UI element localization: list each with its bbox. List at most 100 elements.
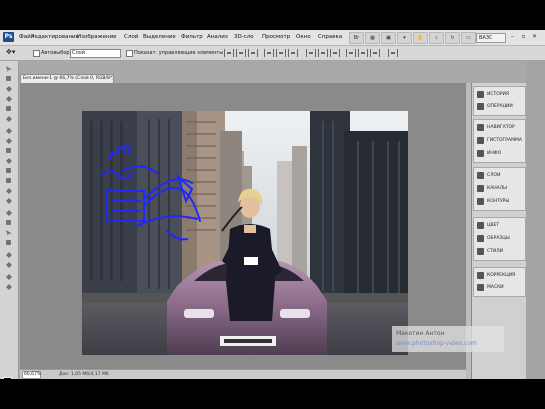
type-tool-icon[interactable] [4, 219, 14, 227]
distribute-vcenter-icon[interactable] [318, 49, 328, 57]
align-left-icon[interactable] [264, 49, 274, 57]
autoselect-dropdown[interactable]: Слой [70, 49, 121, 58]
channels-icon [477, 185, 484, 192]
gradient-tool-icon[interactable] [4, 177, 14, 185]
document-tab[interactable]: Без имени-1 @ 66,7% (Слой 0, RGB/8*) [20, 74, 114, 83]
menu-layer[interactable]: Слой [124, 34, 138, 40]
menu-window[interactable]: Окно [296, 34, 311, 40]
pen-tool-icon[interactable] [4, 209, 14, 217]
menu-analysis[interactable]: Анализ [207, 34, 228, 40]
right-gutter [526, 61, 545, 379]
color-icon [477, 222, 484, 229]
path-select-tool-icon[interactable] [4, 229, 14, 237]
paths-icon [477, 198, 484, 205]
lasso-tool-icon[interactable] [4, 85, 14, 93]
screen-mode-icon[interactable]: ▭ [461, 32, 476, 44]
workspace-selector[interactable]: ВАЗС [476, 33, 506, 43]
marquee-tool-icon[interactable] [4, 75, 14, 83]
eyedropper-tool-icon[interactable] [4, 115, 14, 123]
arrange-icon[interactable]: ▣ [381, 32, 396, 44]
dodge-tool-icon[interactable] [4, 197, 14, 205]
distribute-top-icon[interactable] [306, 49, 316, 57]
menu-bar: Ps Файл Редактирование Изображение Слой … [0, 30, 545, 46]
layers-icon [477, 172, 484, 179]
crop-tool-icon[interactable] [4, 105, 14, 113]
panel-label: КОРРЕКЦИЯ [487, 273, 516, 278]
clone-stamp-tool-icon[interactable] [4, 147, 14, 155]
panel-info[interactable]: ИНФО [474, 148, 525, 160]
foreground-color-swatch[interactable] [3, 377, 12, 379]
rotate-icon[interactable]: ↻ [445, 32, 460, 44]
zoom-level-field[interactable]: 66,67% [22, 371, 41, 379]
video-watermark: Макотин Антон www.photoshop-video.com [392, 326, 504, 352]
restore-icon[interactable]: ▫ [520, 33, 527, 40]
menu-select[interactable]: Выделение [143, 34, 176, 40]
zoom-level-icon[interactable]: ▾ [397, 32, 412, 44]
panel-layers[interactable]: СЛОИ [474, 170, 525, 182]
brush-tool-icon[interactable] [4, 137, 14, 145]
distribute-bottom-icon[interactable] [330, 49, 340, 57]
histogram-icon [477, 137, 484, 144]
panel-paths[interactable]: КОНТУРЫ [474, 196, 525, 208]
document-info[interactable]: Док: 1,05 Мб/4,17 Мб [59, 372, 109, 377]
3d-orbit-tool-icon[interactable] [4, 261, 14, 269]
panel-actions[interactable]: ОПЕРАЦИИ [474, 101, 525, 113]
auto-align-icon[interactable] [388, 49, 398, 57]
quick-select-tool-icon[interactable] [4, 95, 14, 103]
navigator-icon [477, 124, 484, 131]
show-transform-checkbox[interactable] [126, 50, 133, 57]
move-tool-icon[interactable] [4, 65, 14, 73]
menu-help[interactable]: Справка [318, 34, 342, 40]
align-top-icon[interactable] [224, 49, 234, 57]
blur-tool-icon[interactable] [4, 187, 14, 195]
menu-image[interactable]: Изображение [77, 34, 117, 40]
hand-tool-icon[interactable] [4, 273, 14, 281]
hand-icon[interactable]: ✋ [413, 32, 428, 44]
align-vcenter-icon[interactable] [236, 49, 246, 57]
menu-edit[interactable]: Редактирование [31, 34, 79, 40]
history-brush-tool-icon[interactable] [4, 157, 14, 165]
shape-tool-icon[interactable] [4, 239, 14, 247]
panel-group-color: ЦВЕТ ОБРАЗЦЫ СТИЛИ [473, 217, 526, 261]
panel-group-adjustments: КОРРЕКЦИЯ МАСКИ [473, 267, 526, 297]
distribute-left-icon[interactable] [346, 49, 356, 57]
panel-color[interactable]: ЦВЕТ [474, 220, 525, 232]
panel-label: КОНТУРЫ [487, 199, 510, 204]
close-icon[interactable]: ✕ [531, 33, 538, 40]
align-hcenter-icon[interactable] [276, 49, 286, 57]
canvas-image[interactable] [82, 111, 408, 355]
move-tool-preset-icon[interactable]: ✥▾ [6, 48, 15, 56]
zoom-tool-icon[interactable] [4, 283, 14, 291]
zoom-icon[interactable]: ⌕ [429, 32, 444, 44]
menu-view[interactable]: Просмотр [262, 34, 290, 40]
bridge-icon[interactable]: Br [349, 32, 364, 44]
menu-filter[interactable]: Фильтр [181, 34, 203, 40]
eraser-tool-icon[interactable] [4, 167, 14, 175]
swatches-icon [477, 235, 484, 242]
align-right-icon[interactable] [288, 49, 298, 57]
actions-icon [477, 103, 484, 110]
autoselect-checkbox[interactable] [33, 50, 40, 57]
mini-bridge-icon[interactable]: ▦ [365, 32, 380, 44]
menu-3d[interactable]: 3D-сло [234, 34, 254, 40]
panel-masks[interactable]: МАСКИ [474, 282, 525, 294]
align-bottom-icon[interactable] [248, 49, 258, 57]
panel-channels[interactable]: КАНАЛЫ [474, 183, 525, 195]
panel-histogram[interactable]: ГИСТОГРАММА [474, 135, 525, 147]
panel-label: ГИСТОГРАММА [487, 138, 522, 143]
panel-adjustments[interactable]: КОРРЕКЦИЯ [474, 270, 525, 282]
panel-label: СЛОИ [487, 173, 501, 178]
panel-history[interactable]: ИСТОРИЯ [474, 89, 525, 101]
distribute-hcenter-icon[interactable] [358, 49, 368, 57]
distribute-right-icon[interactable] [370, 49, 380, 57]
panel-swatches[interactable]: ОБРАЗЦЫ [474, 233, 525, 245]
minimize-icon[interactable]: – [509, 33, 516, 40]
panel-styles[interactable]: СТИЛИ [474, 246, 525, 258]
healing-brush-tool-icon[interactable] [4, 127, 14, 135]
panel-navigator[interactable]: НАВИГАТОР [474, 122, 525, 134]
autoselect-label: Автовыбор: [41, 50, 72, 56]
3d-rotate-tool-icon[interactable] [4, 251, 14, 259]
panel-label: ОПЕРАЦИИ [487, 104, 513, 109]
panel-label: ИСТОРИЯ [487, 92, 510, 97]
options-bar: ✥▾ Автовыбор: Слой Показат. управляющие … [0, 46, 545, 61]
